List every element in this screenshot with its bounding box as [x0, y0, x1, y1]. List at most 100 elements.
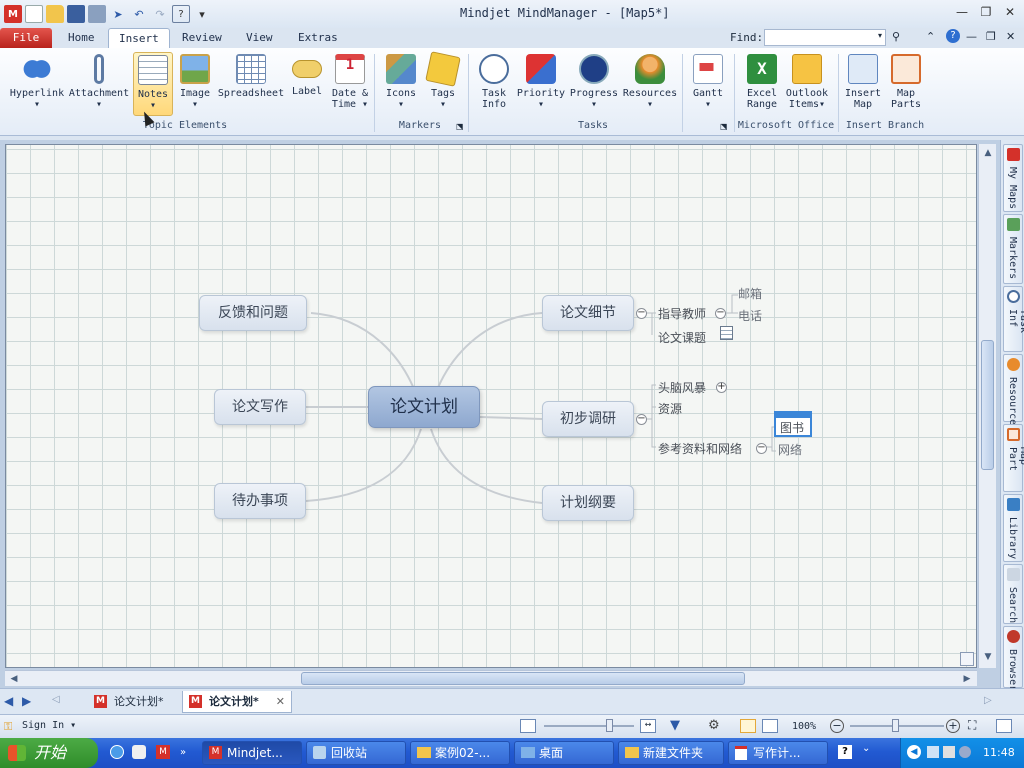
excel-range-button[interactable]: X Excel Range: [740, 52, 784, 118]
tray-expand-icon[interactable]: ◀: [907, 745, 921, 759]
tab-scroll-right-icon[interactable]: ▷: [984, 695, 992, 706]
previous-document-icon[interactable]: ◀: [4, 694, 13, 708]
icons-button[interactable]: Icons ▾: [380, 52, 422, 118]
ime-icon[interactable]: ⌄: [862, 743, 870, 754]
send-icon[interactable]: ➤: [109, 5, 127, 23]
subtopic-network[interactable]: 网络: [778, 441, 802, 458]
subtopic-advisor[interactable]: 指导教师: [658, 305, 706, 322]
help-taskbar-icon[interactable]: ?: [838, 745, 852, 759]
doc-tab-2[interactable]: M 论文计划* ✕: [182, 691, 292, 713]
topic-todo[interactable]: 待办事项: [214, 483, 306, 519]
tab-home[interactable]: Home: [58, 28, 105, 48]
collapse-toggle-icon[interactable]: −: [715, 308, 726, 319]
taskbar-item-new-folder[interactable]: 新建文件夹: [618, 741, 724, 765]
spreadsheet-button[interactable]: Spreadsheet: [216, 52, 286, 118]
side-tab-map-parts[interactable]: Map Part: [1003, 424, 1024, 492]
tags-button[interactable]: Tags ▾: [424, 51, 462, 118]
find-input[interactable]: ▾: [764, 29, 886, 46]
tab-view[interactable]: View: [236, 28, 283, 48]
progress-button[interactable]: Progress ▾: [568, 52, 620, 118]
notes-button[interactable]: Notes ▾: [133, 52, 173, 116]
outline-view-icon[interactable]: [740, 719, 756, 733]
label-button[interactable]: Label: [288, 52, 326, 118]
topic-writing[interactable]: 论文写作: [214, 389, 306, 425]
doc-restore-button[interactable]: ❐: [986, 30, 996, 43]
collapse-toggle-icon[interactable]: −: [636, 414, 647, 425]
horizontal-scroll-thumb[interactable]: [301, 672, 745, 685]
side-tab-library[interactable]: Library: [1003, 494, 1023, 562]
topic-feedback[interactable]: 反馈和问题: [199, 295, 307, 331]
collapse-toggle-icon[interactable]: −: [756, 443, 767, 454]
doc-close-button[interactable]: ✕: [1006, 30, 1015, 43]
taskbar-item-mindjet[interactable]: M Mindjet...: [202, 741, 302, 765]
filter-slider-track[interactable]: [544, 725, 634, 727]
help-circle-icon[interactable]: ?: [946, 29, 960, 43]
taskbar-item-writing-plan[interactable]: 写作计...: [728, 741, 828, 765]
tray-app-icon[interactable]: [943, 746, 955, 758]
side-tab-task-info[interactable]: Task Inf: [1003, 286, 1024, 352]
tasks-dialog-launcher-icon[interactable]: ⬔: [720, 122, 728, 131]
vertical-scrollbar[interactable]: ▲ ▼: [978, 144, 996, 668]
clock[interactable]: 11:48: [983, 746, 1015, 759]
redo-icon[interactable]: ↷: [151, 5, 169, 23]
taskbar-item-desktop[interactable]: 桌面: [514, 741, 614, 765]
topic-details[interactable]: 论文细节: [542, 295, 634, 331]
tab-extras[interactable]: Extras: [288, 28, 348, 48]
central-topic[interactable]: 论文计划: [368, 386, 480, 428]
side-tab-browser[interactable]: Browser: [1003, 626, 1023, 691]
image-button[interactable]: Image ▾: [176, 52, 214, 118]
side-tab-markers[interactable]: Markers: [1003, 214, 1023, 284]
settings-icon[interactable]: ⚙: [708, 718, 720, 733]
markers-dialog-launcher-icon[interactable]: ⬔: [456, 122, 464, 131]
scroll-up-icon[interactable]: ▲: [981, 146, 995, 160]
taskbar-item-recycle-bin[interactable]: 回收站: [306, 741, 406, 765]
browser-quicklaunch-icon[interactable]: [132, 745, 146, 759]
layout-icon[interactable]: [996, 719, 1012, 733]
gantt-button[interactable]: Gantt ▾: [688, 52, 728, 118]
ie-icon[interactable]: [110, 745, 124, 759]
topic-outline[interactable]: 计划纲要: [542, 485, 634, 521]
undo-icon[interactable]: ↶: [130, 5, 148, 23]
close-button[interactable]: ✕: [1000, 5, 1020, 21]
print-icon[interactable]: [88, 5, 106, 23]
fit-width-icon[interactable]: ↔: [640, 719, 656, 733]
hyperlink-button[interactable]: Hyperlink ▾: [8, 52, 66, 118]
start-button[interactable]: 开始: [0, 738, 98, 768]
binoculars-icon[interactable]: ⚲: [892, 30, 912, 46]
fit-page-icon[interactable]: ⛶: [968, 718, 976, 733]
volume-icon[interactable]: [959, 746, 971, 758]
outlook-items-button[interactable]: Outlook Items▾: [784, 52, 830, 118]
app-logo-icon[interactable]: M: [4, 5, 22, 23]
doc-tab-1[interactable]: M 论文计划*: [88, 691, 178, 713]
selection-handle[interactable]: [776, 413, 810, 418]
zoom-slider-thumb[interactable]: [892, 719, 899, 732]
priority-button[interactable]: Priority ▾: [516, 52, 566, 118]
insert-map-button[interactable]: Insert Map: [842, 52, 884, 118]
fit-map-icon[interactable]: [960, 652, 974, 666]
network-icon[interactable]: [927, 746, 939, 758]
tab-review[interactable]: Review: [172, 28, 232, 48]
open-folder-icon[interactable]: [46, 5, 64, 23]
filter-slider-thumb[interactable]: [606, 719, 613, 732]
attachment-button[interactable]: Attachment ▾: [68, 52, 130, 118]
collapse-toggle-icon[interactable]: −: [636, 308, 647, 319]
new-document-icon[interactable]: [25, 5, 43, 23]
collapse-ribbon-icon[interactable]: ⌃: [926, 30, 935, 43]
resources-button[interactable]: Resources ▾: [622, 52, 678, 118]
note-icon[interactable]: [720, 326, 733, 340]
mindmanager-quicklaunch-icon[interactable]: M: [156, 745, 170, 759]
scroll-tabs-icon[interactable]: ◁: [52, 694, 60, 705]
quicklaunch-more-icon[interactable]: »: [180, 747, 186, 758]
map-canvas[interactable]: 反馈和问题 论文写作 待办事项 论文计划 论文细节 − 初步调研 − 计划纲要 …: [5, 144, 977, 668]
subtopic-brainstorm[interactable]: 头脑风暴: [658, 379, 706, 396]
side-tab-resources[interactable]: Resource: [1003, 354, 1023, 425]
zoom-out-icon[interactable]: −: [830, 719, 844, 733]
save-icon[interactable]: [67, 5, 85, 23]
subtopic-references[interactable]: 参考资料和网络: [658, 440, 742, 457]
tab-insert[interactable]: Insert: [108, 28, 170, 48]
sign-in-link[interactable]: Sign In ▾: [22, 720, 76, 731]
topic-research[interactable]: 初步调研: [542, 401, 634, 437]
side-tab-search[interactable]: Search: [1003, 564, 1023, 624]
customize-toolbar-icon[interactable]: ▾: [193, 5, 211, 23]
filter-icon[interactable]: ▼: [670, 718, 680, 733]
